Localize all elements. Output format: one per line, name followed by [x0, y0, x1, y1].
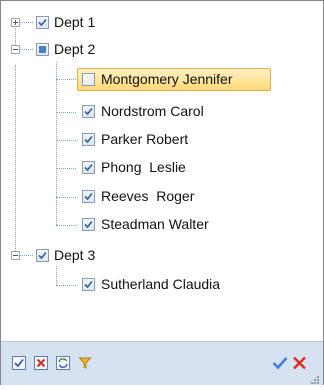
- tree-leaf-label: Montgomery Jennifer: [101, 71, 233, 87]
- item-checkbox[interactable]: [82, 73, 95, 86]
- tree-node-label: Dept 1: [54, 14, 96, 30]
- tree-connector: [20, 49, 33, 50]
- bottom-toolbar: [1, 341, 323, 385]
- tree-connector: [56, 140, 76, 141]
- tree-leaf-label: Phong Leslie: [101, 159, 186, 175]
- tree-node-label: Dept 3: [54, 247, 96, 263]
- tree-leaf-label: Steadman Walter: [101, 216, 209, 232]
- tree-view: Dept 1 Dept 2 Montgomery Jennifer Nordst…: [1, 1, 323, 341]
- tree-connector: [56, 285, 76, 286]
- item-checkbox[interactable]: [82, 105, 95, 118]
- tree-leaf-label: Nordstrom Carol: [101, 103, 204, 119]
- tree-connector: [20, 22, 33, 23]
- tree-leaf-label: Reeves Roger: [101, 188, 195, 204]
- tree-connector: [15, 65, 16, 255]
- collapse-minus-icon[interactable]: [11, 45, 20, 54]
- tree-connector: [56, 62, 57, 225]
- tree-connector: [56, 112, 76, 113]
- tree-connector: [56, 168, 76, 169]
- ok-checkmark-icon[interactable]: [272, 356, 288, 370]
- invert-check-icon[interactable]: [56, 356, 70, 370]
- tree-connector: [56, 197, 76, 198]
- cancel-x-icon[interactable]: [292, 356, 307, 370]
- tree-connector: [56, 225, 76, 226]
- tree-connector: [56, 266, 57, 285]
- collapse-minus-icon[interactable]: [11, 251, 20, 260]
- tree-connector: [56, 79, 76, 80]
- filter-icon[interactable]: [78, 356, 92, 370]
- indeterminate-icon: [39, 46, 46, 53]
- item-checkbox[interactable]: [82, 161, 95, 174]
- resize-grip-icon[interactable]: [310, 372, 320, 384]
- tree-leaf-label: Parker Robert: [101, 131, 189, 147]
- group-checkbox-dept-3[interactable]: [36, 249, 49, 262]
- tree-node-label: Dept 2: [54, 41, 96, 57]
- item-checkbox[interactable]: [82, 278, 95, 291]
- check-all-icon[interactable]: [12, 356, 26, 370]
- uncheck-all-icon[interactable]: [34, 356, 48, 370]
- expand-plus-icon[interactable]: [11, 18, 20, 27]
- item-checkbox[interactable]: [82, 190, 95, 203]
- group-checkbox-dept-2[interactable]: [36, 43, 49, 56]
- checked-list-panel: Dept 1 Dept 2 Montgomery Jennifer Nordst…: [0, 0, 324, 385]
- item-checkbox[interactable]: [82, 133, 95, 146]
- group-checkbox-dept-1[interactable]: [36, 16, 49, 29]
- tree-connector: [20, 255, 33, 256]
- tree-leaf-label: Sutherland Claudia: [101, 276, 221, 292]
- item-checkbox[interactable]: [82, 218, 95, 231]
